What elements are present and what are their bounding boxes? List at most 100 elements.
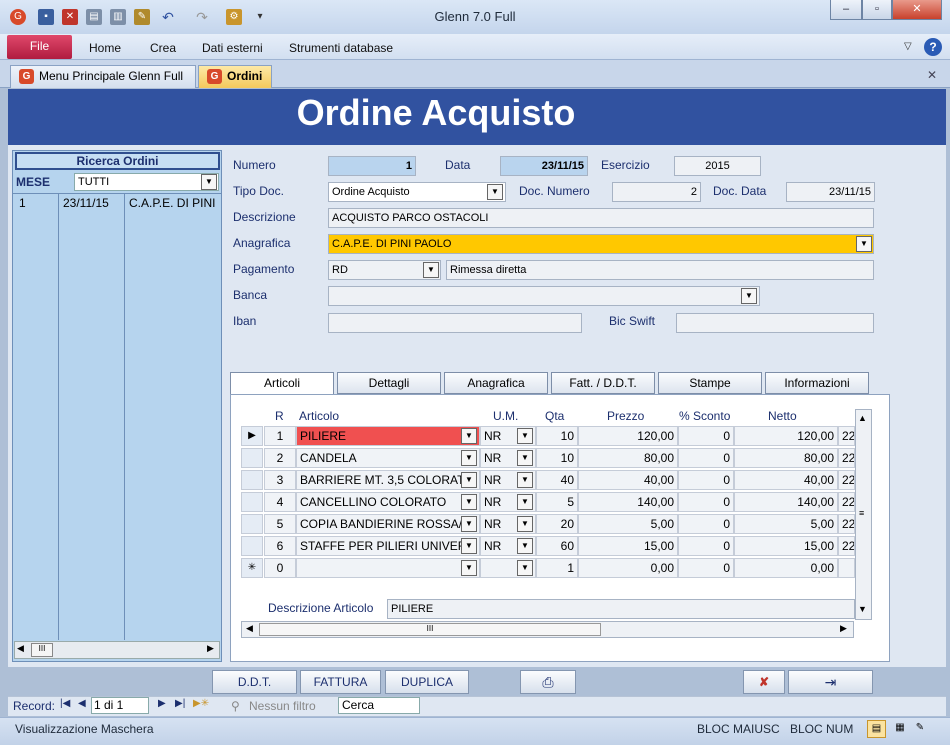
tab-strumenti-database[interactable]: Strumenti database: [289, 41, 393, 55]
chevron-down-icon[interactable]: ▼: [741, 288, 757, 304]
cell-sconto[interactable]: 0: [678, 536, 734, 556]
chevron-down-icon[interactable]: ▼: [461, 516, 477, 532]
cell-qta[interactable]: 20: [536, 514, 578, 534]
data-field[interactable]: 23/11/15: [500, 156, 588, 176]
tab-crea[interactable]: Crea: [150, 41, 176, 55]
cell-art[interactable]: COPIA BANDIERINE ROSSA/E: [296, 514, 480, 534]
cell-sconto[interactable]: 0: [678, 470, 734, 490]
tab-stampe[interactable]: Stampe: [658, 372, 762, 394]
mese-combo[interactable]: TUTTI: [74, 173, 219, 191]
cell-netto[interactable]: 15,00: [734, 536, 838, 556]
cell-sconto[interactable]: 0: [678, 558, 734, 578]
filter-icon[interactable]: ⚲: [231, 699, 240, 713]
chevron-down-icon[interactable]: ▼: [517, 472, 533, 488]
cell-r[interactable]: 2: [264, 448, 296, 468]
cell-art[interactable]: CANDELA: [296, 448, 480, 468]
delete-button[interactable]: ✘: [743, 670, 785, 694]
cell-sconto[interactable]: 0: [678, 448, 734, 468]
doc-data-field[interactable]: 23/11/15: [786, 182, 875, 202]
cell-extra[interactable]: 22: [838, 536, 855, 556]
cell-qta[interactable]: 10: [536, 448, 578, 468]
new-record-icon[interactable]: ▶✳: [193, 698, 209, 709]
doc-numero-field[interactable]: 2: [612, 182, 701, 202]
cell-extra[interactable]: [838, 558, 855, 578]
cell-sconto[interactable]: 0: [678, 492, 734, 512]
cell-r[interactable]: 1: [264, 426, 296, 446]
file-tab[interactable]: File: [7, 35, 72, 59]
chevron-down-icon[interactable]: ▼: [201, 174, 217, 190]
cell-r[interactable]: 5: [264, 514, 296, 534]
chevron-down-icon[interactable]: ▼: [461, 494, 477, 510]
tab-anagrafica[interactable]: Anagrafica: [444, 372, 548, 394]
fattura-button[interactable]: FATTURA: [300, 670, 381, 694]
cell-art[interactable]: STAFFE PER PILIERI UNIVERS: [296, 536, 480, 556]
cell-prezzo[interactable]: 0,00: [578, 558, 678, 578]
cell-extra[interactable]: 22: [838, 426, 855, 446]
close-button[interactable]: ✕: [892, 0, 942, 20]
cell-r[interactable]: 4: [264, 492, 296, 512]
filter-status[interactable]: Nessun filtro: [249, 699, 316, 713]
ddt-button[interactable]: D.D.T.: [212, 670, 297, 694]
chevron-down-icon[interactable]: ▼: [461, 560, 477, 576]
anagrafica-combo[interactable]: C.A.P.E. DI PINI PAOLO: [328, 234, 874, 254]
tab-fatt-ddt[interactable]: Fatt. / D.D.T.: [551, 372, 655, 394]
restore-button[interactable]: ▫: [862, 0, 892, 20]
scroll-left-icon[interactable]: ◀: [246, 623, 253, 634]
cell-sconto[interactable]: 0: [678, 426, 734, 446]
descrizione-field[interactable]: ACQUISTO PARCO OSTACOLI: [328, 208, 874, 228]
result-date[interactable]: 23/11/15: [63, 196, 109, 210]
chevron-down-icon[interactable]: ▼: [517, 494, 533, 510]
chevron-down-icon[interactable]: ▼: [517, 538, 533, 554]
record-number-field[interactable]: 1 di 1: [91, 697, 149, 714]
chevron-down-icon[interactable]: ▼: [461, 428, 477, 444]
row-selector[interactable]: [241, 492, 263, 512]
tab-informazioni[interactable]: Informazioni: [765, 372, 869, 394]
cell-netto[interactable]: 40,00: [734, 470, 838, 490]
iban-field[interactable]: [328, 313, 582, 333]
bic-field[interactable]: [676, 313, 874, 333]
cell-extra[interactable]: 22: [838, 470, 855, 490]
cell-netto[interactable]: 80,00: [734, 448, 838, 468]
row-selector[interactable]: [241, 536, 263, 556]
chevron-down-icon[interactable]: ▼: [461, 450, 477, 466]
pagamento-desc-field[interactable]: Rimessa diretta: [446, 260, 874, 280]
cell-art[interactable]: PILIERE: [296, 426, 480, 446]
cell-r[interactable]: 6: [264, 536, 296, 556]
cell-art[interactable]: [296, 558, 480, 578]
minimize-button[interactable]: –: [830, 0, 862, 20]
cell-netto[interactable]: 120,00: [734, 426, 838, 446]
scroll-thumb[interactable]: III: [31, 643, 53, 657]
scroll-right-icon[interactable]: ▶: [840, 623, 847, 634]
row-selector[interactable]: [241, 514, 263, 534]
cell-prezzo[interactable]: 15,00: [578, 536, 678, 556]
chevron-down-icon[interactable]: ▼: [487, 184, 503, 200]
print-button[interactable]: ⎙: [520, 670, 576, 694]
cell-prezzo[interactable]: 5,00: [578, 514, 678, 534]
cell-qta[interactable]: 60: [536, 536, 578, 556]
cell-sconto[interactable]: 0: [678, 514, 734, 534]
row-selector[interactable]: [241, 448, 263, 468]
last-record-icon[interactable]: ▶|: [175, 698, 185, 709]
tipo-doc-combo[interactable]: Ordine Acquisto: [328, 182, 506, 202]
cell-extra[interactable]: 22: [838, 448, 855, 468]
cell-qta[interactable]: 5: [536, 492, 578, 512]
duplica-button[interactable]: DUPLICA: [385, 670, 469, 694]
cell-prezzo[interactable]: 40,00: [578, 470, 678, 490]
cell-qta[interactable]: 40: [536, 470, 578, 490]
prev-record-icon[interactable]: ◀: [78, 698, 86, 709]
scroll-up-icon[interactable]: ▲: [858, 413, 867, 423]
chevron-down-icon[interactable]: ▼: [423, 262, 439, 278]
row-selector[interactable]: [241, 470, 263, 490]
datasheet-view-icon[interactable]: ▦: [892, 720, 908, 738]
cell-prezzo[interactable]: 140,00: [578, 492, 678, 512]
exit-button[interactable]: ⇥: [788, 670, 873, 694]
cell-art[interactable]: CANCELLINO COLORATO: [296, 492, 480, 512]
cell-qta[interactable]: 10: [536, 426, 578, 446]
close-doc-icon[interactable]: ✕: [927, 68, 937, 82]
chevron-down-icon[interactable]: ▼: [856, 236, 872, 252]
banca-combo[interactable]: [328, 286, 760, 306]
scroll-thumb[interactable]: III: [259, 623, 601, 636]
chevron-down-icon[interactable]: ▼: [461, 538, 477, 554]
chevron-down-icon[interactable]: ▼: [517, 450, 533, 466]
help-icon[interactable]: ?: [924, 38, 942, 56]
